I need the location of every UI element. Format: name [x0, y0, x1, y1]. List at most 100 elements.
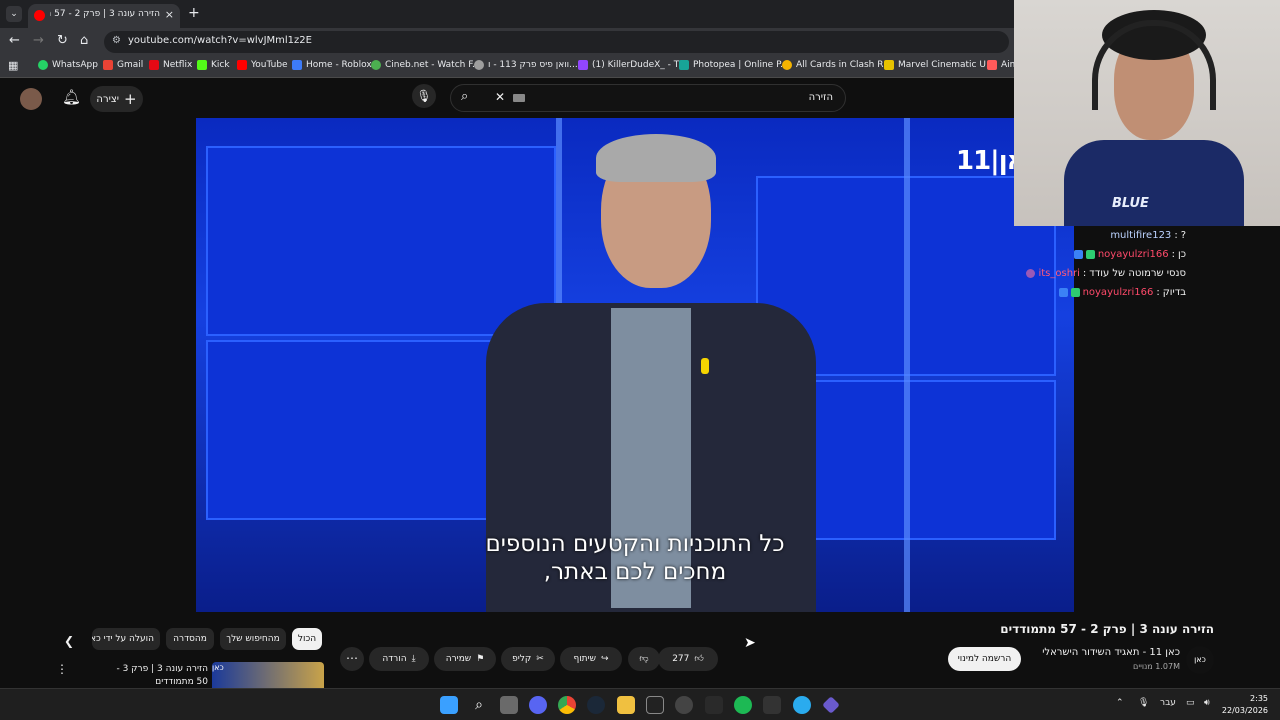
- plus-icon: +: [124, 90, 137, 108]
- address-url[interactable]: youtube.com/watch?v=wlvJMml1z2E: [128, 35, 312, 46]
- bookmark-twitch[interactable]: (1) KillerDudeX_ - T...: [578, 60, 687, 70]
- yellow-ribbon-icon: [701, 358, 709, 374]
- keyboard-icon[interactable]: [513, 94, 525, 102]
- chat-username: noyayulzri166: [1097, 249, 1169, 260]
- verified-badge-icon: [1058, 288, 1068, 297]
- chip-all[interactable]: הכול: [292, 628, 322, 650]
- epic-games-icon[interactable]: [763, 696, 781, 714]
- tab-close-icon[interactable]: ×: [165, 8, 174, 21]
- bookmark-youtube[interactable]: YouTube: [237, 60, 288, 70]
- discord-icon[interactable]: [529, 696, 547, 714]
- dislike-button[interactable]: 👎︎: [628, 647, 660, 671]
- bookmark-label: Gmail: [117, 60, 144, 70]
- bookmark-kick[interactable]: Kick: [197, 60, 230, 70]
- like-button[interactable]: 277 👍︎: [658, 647, 718, 671]
- file-explorer-icon[interactable]: [617, 696, 635, 714]
- webcam-overlay: BLUE: [1014, 0, 1280, 226]
- clash-icon: [782, 60, 792, 70]
- download-button[interactable]: הורדה ⤓: [369, 647, 429, 671]
- bookmark-clash-royale[interactable]: All Cards in Clash R...: [782, 60, 892, 70]
- presenter-hair: [596, 134, 716, 182]
- steam-icon[interactable]: [587, 696, 605, 714]
- app-icon[interactable]: [705, 696, 723, 714]
- video-subtitles: כל התוכניות והקטעים הנוספים מחכים לכם בא…: [196, 530, 1074, 586]
- windows-taskbar: ⌕ ⌃ 🎙︎ עבר ▭ 🔊︎ 2:35 22/03/2026: [0, 688, 1280, 720]
- related-more-icon[interactable]: ⋮: [56, 662, 68, 676]
- bookmark-netflix[interactable]: Netflix: [149, 60, 192, 70]
- chrome-icon[interactable]: [558, 696, 576, 714]
- share-button[interactable]: שיתוף ↪: [560, 647, 622, 671]
- subscriber-badge-icon: [1070, 288, 1080, 297]
- search-input[interactable]: הזירה: [809, 92, 833, 103]
- system-clock[interactable]: 2:35 22/03/2026: [1222, 693, 1268, 717]
- whatsapp-icon: [38, 60, 48, 70]
- clear-search-icon[interactable]: ✕: [495, 90, 505, 104]
- network-icon[interactable]: ▭: [1186, 698, 1195, 708]
- new-tab-button[interactable]: +: [188, 5, 200, 21]
- volume-icon[interactable]: 🔊︎: [1204, 698, 1210, 708]
- bookmark-roblox[interactable]: Home - Roblox: [292, 60, 372, 70]
- bookmark-cineb[interactable]: Cineb.net - Watch F...: [371, 60, 481, 70]
- create-button[interactable]: יצירה +: [90, 86, 143, 112]
- tray-chevron-up-icon[interactable]: ⌃: [1116, 698, 1124, 708]
- chat-text: כן: [1177, 249, 1186, 260]
- chip-uploaded-by[interactable]: הועלה על ידי כאן: [92, 628, 160, 650]
- like-count: 277: [672, 654, 690, 664]
- browser-tab-active[interactable]: הזירה עונה 3 | פרק 2 - 57 מתמודדים ×: [28, 4, 180, 28]
- notifications-bell-icon[interactable]: 🔔︎: [62, 88, 81, 106]
- address-bar[interactable]: ⚙ youtube.com/watch?v=wlvJMml1z2E: [104, 31, 1009, 53]
- related-channel-logo: כאן: [212, 663, 224, 672]
- voice-search-mic-icon[interactable]: 🎙︎: [412, 84, 436, 108]
- chip-from-series[interactable]: מהסדרה: [166, 628, 214, 650]
- chat-text: בדיוק: [1162, 287, 1186, 298]
- channel-name[interactable]: כאן 11 - תאגיד השידור הישראלי: [1042, 647, 1180, 658]
- search-icon[interactable]: ⌕: [461, 89, 468, 104]
- video-player[interactable]: 11|כאן כל התוכניות והקטעים הנוספים מחכים…: [196, 118, 1074, 612]
- reload-icon[interactable]: ↻: [57, 33, 68, 48]
- save-button[interactable]: שמירה ⚑: [434, 647, 496, 671]
- bookmark-whatsapp[interactable]: WhatsApp: [38, 60, 98, 70]
- subscribe-button[interactable]: הרשמה למינוי: [948, 647, 1021, 671]
- telegram-icon[interactable]: [793, 696, 811, 714]
- search-box[interactable]: ⌕ ✕ הזירה: [450, 84, 846, 112]
- bookmark-label: YouTube: [251, 60, 288, 70]
- chip-from-search[interactable]: מהחיפוש שלך: [220, 628, 286, 650]
- forward-arrow-icon[interactable]: →: [33, 33, 44, 48]
- user-badge-icon: [1026, 269, 1036, 278]
- related-video-title[interactable]: הזירה עונה 3 | פרק 3 - 50 מתמודדים: [104, 663, 208, 689]
- apps-grid-icon[interactable]: ▦: [8, 59, 18, 72]
- taskbar-search-icon[interactable]: ⌕: [470, 696, 488, 714]
- clip-button[interactable]: קליפ ✂: [501, 647, 555, 671]
- site-info-icon[interactable]: ⚙: [112, 35, 121, 46]
- bookmark-gmail[interactable]: Gmail: [103, 60, 143, 70]
- stream-chat: ? : multifire123 כן : noyayulzri166 סנסי…: [1014, 226, 1280, 616]
- bookmark-one-piece[interactable]: וואן פיס פרק 113 - ו...: [474, 60, 578, 70]
- chat-separator: :: [1082, 268, 1087, 279]
- obs-icon[interactable]: [675, 696, 693, 714]
- photopea-icon: [679, 60, 689, 70]
- microphone-tray-icon[interactable]: 🎙︎: [1138, 698, 1149, 708]
- tab-search-chevron-icon[interactable]: ⌄: [6, 6, 22, 22]
- task-view-icon[interactable]: [500, 696, 518, 714]
- chevron-left-icon[interactable]: ❮: [64, 634, 74, 648]
- app-diamond-icon[interactable]: [822, 696, 840, 714]
- windows-start-icon[interactable]: [440, 696, 458, 714]
- home-icon[interactable]: ⌂: [80, 33, 88, 48]
- more-actions-icon[interactable]: ⋯: [340, 647, 364, 671]
- bookmark-marvel[interactable]: Marvel Cinematic U...: [884, 60, 995, 70]
- save-label: שמירה: [445, 654, 472, 664]
- twitch-icon: [578, 60, 588, 70]
- chat-message: סנסי שרמוטה של עודד : its_oshri: [1026, 268, 1186, 279]
- download-label: הורדה: [382, 654, 407, 664]
- back-arrow-icon[interactable]: ←: [9, 33, 20, 48]
- streamer-shirt: [1064, 140, 1244, 226]
- avatar[interactable]: [20, 88, 42, 110]
- bookmark-photopea[interactable]: Photopea | Online P...: [679, 60, 789, 70]
- channel-avatar[interactable]: כאן: [1186, 646, 1214, 674]
- capcut-icon[interactable]: [646, 696, 664, 714]
- chat-username: noyayulzri166: [1082, 287, 1154, 298]
- clock-time: 2:35: [1250, 694, 1268, 703]
- subscriber-badge-icon: [1085, 250, 1095, 259]
- spotify-icon[interactable]: [734, 696, 752, 714]
- language-indicator[interactable]: עבר: [1160, 698, 1176, 708]
